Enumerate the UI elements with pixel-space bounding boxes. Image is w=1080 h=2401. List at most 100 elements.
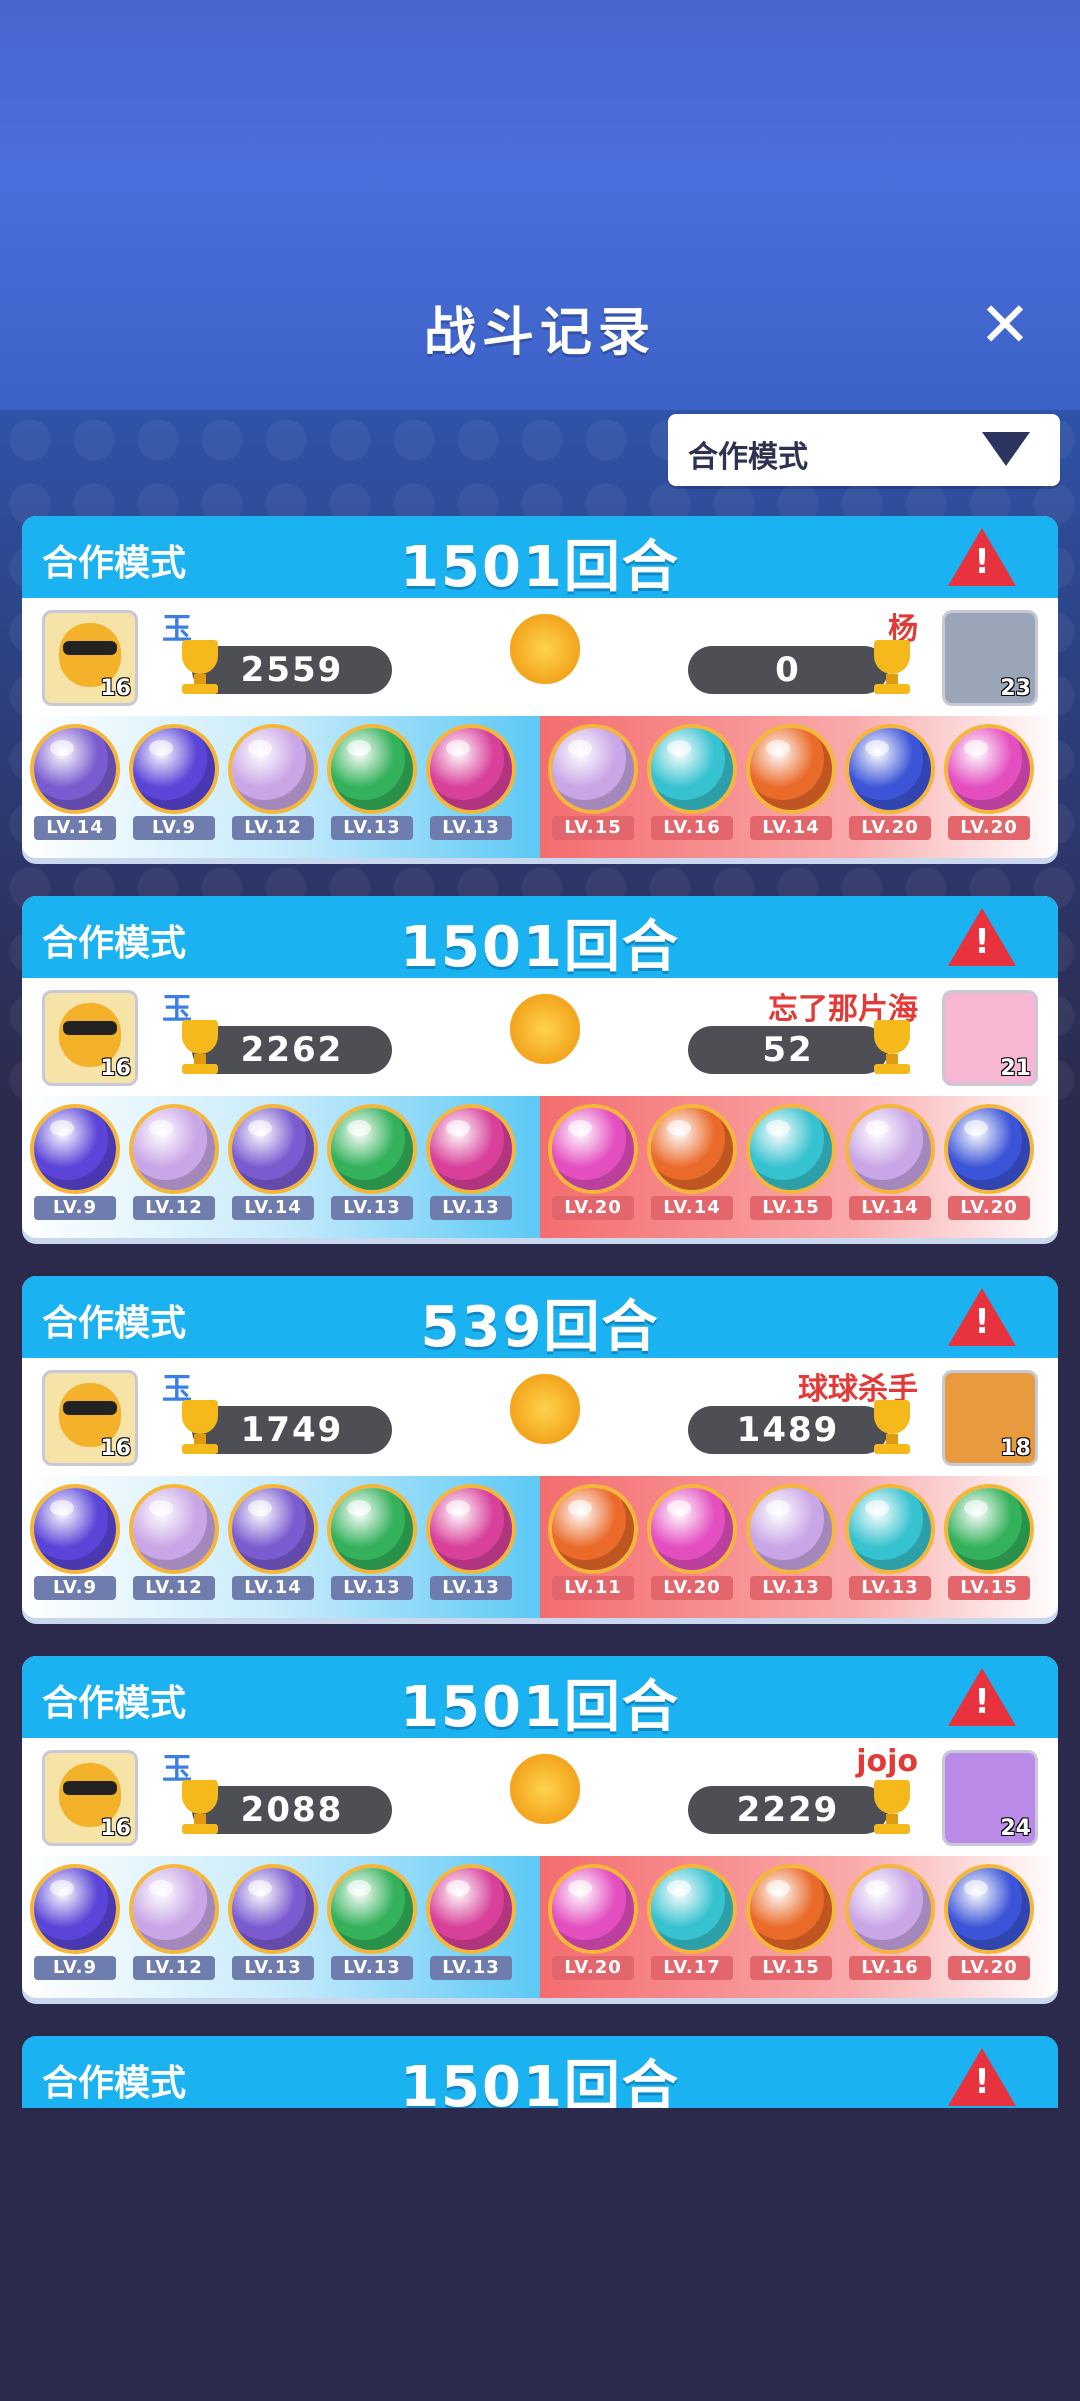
- dice-orb-icon: [430, 1108, 512, 1190]
- battle-record-card[interactable]: 合作模式 539回合! 16 玉 1749 球球杀手 1489 18 LV.9 LV.12 LV.1…: [22, 1276, 1058, 1618]
- close-icon[interactable]: ✕: [975, 294, 1035, 356]
- battle-record-card-partial[interactable]: 合作模式 1501回合 !: [22, 2036, 1058, 2108]
- rounds-count: 1501回合: [400, 1675, 680, 1740]
- right-avatar[interactable]: 21: [942, 990, 1038, 1086]
- handshake-icon: [510, 1374, 580, 1444]
- orb-level: LV.20: [552, 1196, 634, 1220]
- orb-level: LV.14: [651, 1196, 733, 1220]
- orb-level: LV.20: [948, 816, 1030, 840]
- dice-orb-icon: [948, 1108, 1030, 1190]
- right-trophy-count: 2229: [688, 1786, 888, 1834]
- avatar-glasses: [63, 1781, 117, 1795]
- dice-orb-icon: [133, 1488, 215, 1570]
- avatar-level: 23: [1000, 676, 1031, 701]
- left-avatar[interactable]: 16: [42, 1370, 138, 1466]
- dice-orb-icon: [750, 1488, 832, 1570]
- orb-level: LV.12: [133, 1196, 215, 1220]
- trophy-icon: [172, 1020, 228, 1076]
- avatar-level: 16: [100, 676, 131, 701]
- battle-record-card[interactable]: 合作模式 1501回合! 16 玉 2262 忘了那片海 52 21 LV.9 LV.12 LV.1…: [22, 896, 1058, 1238]
- orb-level: LV.11: [552, 1576, 634, 1600]
- orb-level: LV.14: [34, 816, 116, 840]
- orb-level: LV.15: [552, 816, 634, 840]
- trophy-icon: [172, 1780, 228, 1836]
- card-header: 合作模式 539回合!: [22, 1276, 1058, 1360]
- dice-orb-icon: [651, 1868, 733, 1950]
- chevron-down-icon: [982, 432, 1030, 466]
- orb-level: LV.20: [948, 1956, 1030, 1980]
- orb-level: LV.13: [430, 816, 512, 840]
- dice-orb-icon: [430, 1488, 512, 1570]
- handshake-icon: [510, 614, 580, 684]
- right-avatar[interactable]: 24: [942, 1750, 1038, 1846]
- dice-orb-icon: [750, 1868, 832, 1950]
- dice-orb-icon: [750, 1108, 832, 1190]
- orb-level: LV.13: [331, 1576, 413, 1600]
- right-avatar[interactable]: 18: [942, 1370, 1038, 1466]
- orb-level: LV.13: [331, 816, 413, 840]
- battle-record-card[interactable]: 合作模式 1501回合! 16 玉 2088 jojo 2229 24 LV.9 LV.12 LV.…: [22, 1656, 1058, 1998]
- orb-level: LV.13: [331, 1956, 413, 1980]
- dice-orb-icon: [948, 1868, 1030, 1950]
- avatar-glasses: [63, 1021, 117, 1035]
- orb-level: LV.20: [948, 1196, 1030, 1220]
- orb-level: LV.13: [430, 1196, 512, 1220]
- orb-level: LV.17: [651, 1956, 733, 1980]
- orb-level: LV.15: [750, 1956, 832, 1980]
- avatar-level: 16: [100, 1056, 131, 1081]
- right-trophy-count: 52: [688, 1026, 888, 1074]
- right-avatar[interactable]: 23: [942, 610, 1038, 706]
- dice-orb-icon: [849, 1868, 931, 1950]
- dice-orb-icon: [948, 728, 1030, 810]
- orb-level: LV.13: [331, 1196, 413, 1220]
- dice-orb-icon: [430, 728, 512, 810]
- dice-orb-icon: [232, 1488, 314, 1570]
- orb-level: LV.9: [133, 816, 215, 840]
- orb-level: LV.12: [133, 1956, 215, 1980]
- orb-level: LV.15: [750, 1196, 832, 1220]
- exclamation-mark: !: [974, 1302, 990, 1342]
- orb-level: LV.20: [651, 1576, 733, 1600]
- left-avatar[interactable]: 16: [42, 610, 138, 706]
- trophy-icon: [864, 1020, 920, 1076]
- dice-orb-icon: [232, 728, 314, 810]
- orb-level: LV.13: [430, 1576, 512, 1600]
- dice-orb-icon: [430, 1868, 512, 1950]
- battle-record-card[interactable]: 合作模式 1501回合! 16 玉 2559 杨 0 23 LV.14 LV.9 LV.12 LV.1…: [22, 516, 1058, 858]
- dice-orb-icon: [651, 1488, 733, 1570]
- dice-orb-icon: [34, 1488, 116, 1570]
- orb-level: LV.14: [232, 1576, 314, 1600]
- orb-level: LV.9: [34, 1956, 116, 1980]
- exclamation-mark: !: [974, 542, 990, 582]
- trophy-icon: [864, 1400, 920, 1456]
- dice-orb-icon: [133, 1108, 215, 1190]
- rounds-count: 1501回合: [400, 915, 680, 980]
- dice-orb-icon: [331, 1868, 413, 1950]
- orb-level: LV.14: [849, 1196, 931, 1220]
- orb-level: LV.13: [750, 1576, 832, 1600]
- rounds-count: 1501回合: [400, 535, 680, 600]
- dice-orb-icon: [133, 1868, 215, 1950]
- dice-orb-icon: [331, 728, 413, 810]
- orb-level: LV.9: [34, 1196, 116, 1220]
- left-avatar[interactable]: 16: [42, 990, 138, 1086]
- dice-orb-icon: [750, 728, 832, 810]
- mode-filter-dropdown[interactable]: 合作模式: [668, 414, 1060, 486]
- dice-orb-icon: [849, 1488, 931, 1570]
- orb-level: LV.16: [849, 1956, 931, 1980]
- orb-level: LV.14: [232, 1196, 314, 1220]
- dice-orb-icon: [651, 1108, 733, 1190]
- left-avatar[interactable]: 16: [42, 1750, 138, 1846]
- dice-orb-icon: [552, 728, 634, 810]
- dice-orb-icon: [34, 728, 116, 810]
- avatar-level: 16: [100, 1816, 131, 1841]
- avatar-level: 24: [1000, 1816, 1031, 1841]
- trophy-icon: [172, 640, 228, 696]
- rounds-count: 539回合: [420, 1295, 660, 1360]
- trophy-icon: [864, 1780, 920, 1836]
- exclamation-mark: !: [974, 2062, 990, 2102]
- mode-filter-label: 合作模式: [688, 440, 808, 475]
- dice-orb-icon: [948, 1488, 1030, 1570]
- dice-orb-icon: [34, 1868, 116, 1950]
- dice-orb-icon: [331, 1488, 413, 1570]
